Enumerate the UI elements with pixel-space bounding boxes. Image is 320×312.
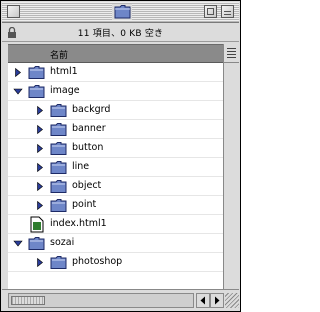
list-item-folder[interactable]: line [8,158,223,177]
disclosure-triangle-right-icon[interactable] [35,200,45,211]
item-name-label: backgrd [72,104,111,115]
folder-icon [50,256,67,269]
disclosure-triangle-down-icon[interactable] [13,238,23,249]
resize-grow-box[interactable] [225,293,239,308]
scroll-right-button[interactable] [210,293,224,308]
finder-window: 11 項目、0 KB 空き 名前 html1 image backgrd banner… [0,0,241,312]
row-divider [8,271,223,272]
list-item-file[interactable]: index.html1 [8,215,223,234]
name-column-header[interactable]: 名前 [8,44,223,63]
list-item-folder[interactable]: point [8,196,223,215]
item-name-label: index.html1 [50,218,107,229]
horizontal-scrollbar[interactable] [8,293,194,308]
folder-icon [112,4,132,20]
folder-icon [50,180,67,193]
close-box-button[interactable] [7,5,20,18]
list-item-folder[interactable]: image [8,82,223,101]
folder-icon [28,85,45,98]
list-item-folder[interactable]: sozai [8,234,223,253]
folder-icon [50,142,67,155]
item-name-label: point [72,199,97,210]
disclosure-triangle-right-icon[interactable] [13,67,23,78]
item-name-label: html1 [50,66,78,77]
folder-icon [50,161,67,174]
name-column-label: 名前 [50,51,69,61]
disclosure-triangle-right-icon[interactable] [35,143,45,154]
folder-icon [28,66,45,79]
list-item-folder[interactable]: object [8,177,223,196]
vertical-scrollbar[interactable] [223,63,239,289]
window-info-text: 11 項目、0 KB 空き [77,29,164,39]
info-bar: 11 項目、0 KB 空き [2,23,239,42]
sort-direction-button[interactable] [223,44,239,63]
item-name-label: sozai [50,237,75,248]
folder-icon [50,104,67,117]
item-name-label: object [72,180,102,191]
list-item-folder[interactable]: html1 [8,63,223,82]
disclosure-triangle-right-icon[interactable] [35,162,45,173]
item-name-label: photoshop [72,256,123,267]
zoom-box-button[interactable] [204,5,217,18]
item-name-label: line [72,161,90,172]
list-item-folder[interactable]: photoshop [8,253,223,272]
item-name-label: button [72,142,104,153]
list-item-folder[interactable]: button [8,139,223,158]
title-bar[interactable] [2,2,239,23]
list-item-folder[interactable]: banner [8,120,223,139]
list-item-folder[interactable]: backgrd [8,101,223,120]
item-name-label: banner [72,123,106,134]
bottom-bar [2,289,239,311]
item-name-label: image [50,85,80,96]
scroll-thumb[interactable] [11,296,45,305]
disclosure-triangle-down-icon[interactable] [13,86,23,97]
collapse-box-button[interactable] [221,5,234,18]
disclosure-triangle-right-icon[interactable] [35,257,45,268]
disclosure-triangle-right-icon[interactable] [35,124,45,135]
html-document-icon [30,216,44,233]
folder-icon [50,123,67,136]
file-list: html1 image backgrd banner button line object p… [8,63,223,289]
disclosure-triangle-right-icon[interactable] [35,181,45,192]
folder-icon [28,237,45,250]
scroll-left-button[interactable] [196,293,210,308]
disclosure-triangle-right-icon[interactable] [35,105,45,116]
folder-icon [50,199,67,212]
